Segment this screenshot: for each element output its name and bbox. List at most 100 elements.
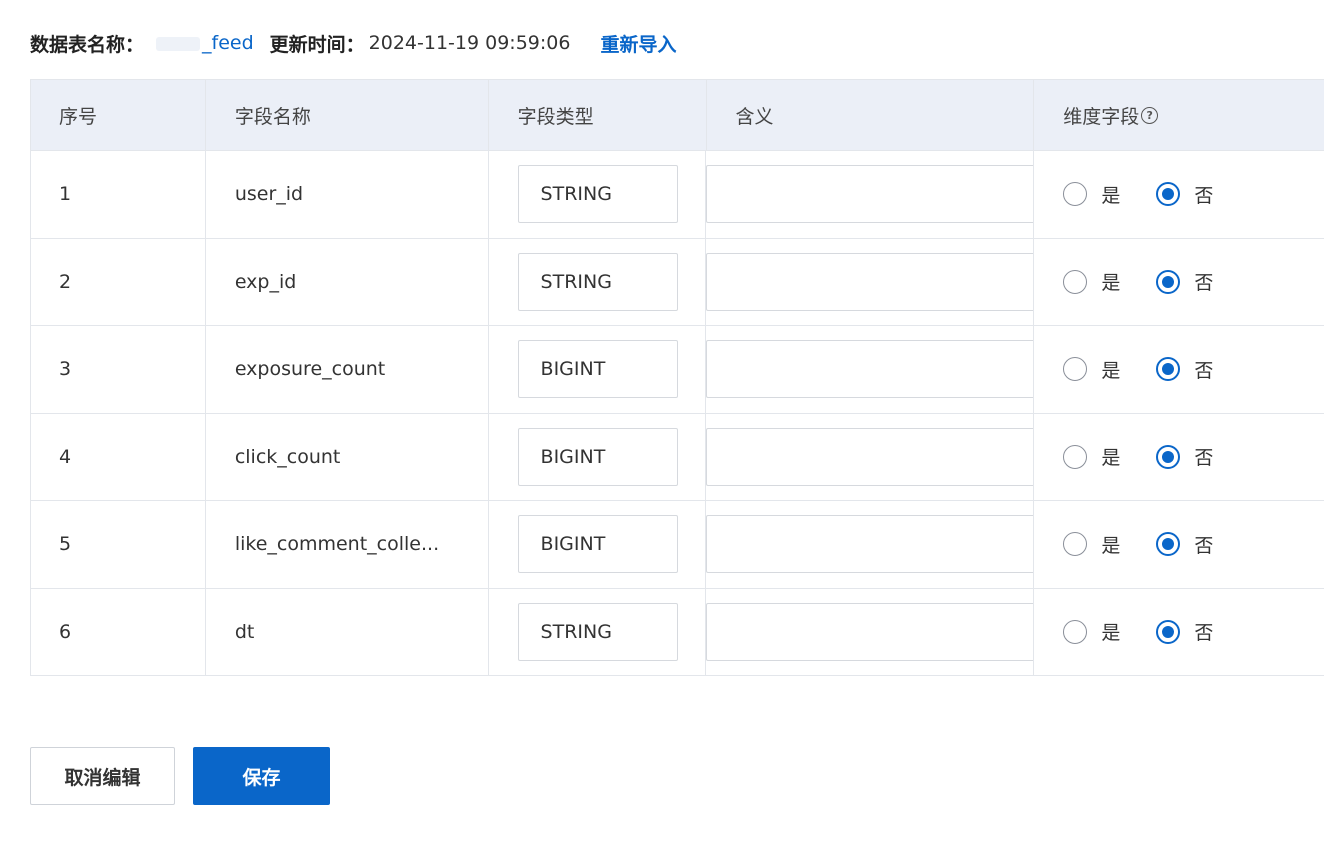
save-button[interactable]: 保存 [193, 747, 330, 805]
dimension-radio-group: 是否 [1063, 356, 1213, 383]
row-index: 3 [31, 326, 206, 413]
field-name: dt [206, 588, 489, 675]
field-name: user_id [206, 151, 489, 238]
meaning-input[interactable] [706, 602, 1034, 661]
meaning-input[interactable] [706, 515, 1034, 574]
redacted-mask [156, 36, 201, 51]
field-type-box: BIGINT [517, 340, 678, 399]
meaning-cell [706, 151, 1035, 238]
row-index: 1 [31, 151, 206, 238]
radio-circle-icon [1156, 357, 1181, 382]
radio-no-label: 否 [1194, 622, 1214, 645]
column-header-index: 序号 [31, 80, 206, 150]
row-index: 5 [31, 501, 206, 588]
field-type-box: STRING [517, 602, 678, 661]
dimension-cell: 是否 [1034, 151, 1324, 238]
column-header-dimension: 维度字段 ? [1034, 80, 1324, 150]
table-info-bar: 数据表名称： _feed 更新时间： 2024-11-19 09:59:06 重… [30, 30, 676, 56]
field-type-cell: STRING [489, 588, 707, 675]
radio-no-label: 否 [1194, 272, 1214, 295]
radio-yes-label: 是 [1101, 534, 1121, 557]
column-header-meaning: 含义 [707, 80, 1035, 150]
question-circle-icon[interactable]: ? [1141, 106, 1159, 124]
radio-circle-icon [1063, 532, 1088, 557]
dimension-cell: 是否 [1034, 414, 1324, 501]
table-body: 1 user_id STRING 是否 2 exp_id STRING 是否 3 exposure… [31, 151, 1324, 676]
radio-circle-icon [1156, 444, 1181, 469]
meaning-input[interactable] [706, 340, 1034, 399]
meaning-cell [706, 326, 1035, 413]
dimension-radio-group: 是否 [1063, 531, 1213, 558]
dimension-radio-group: 是否 [1063, 181, 1213, 208]
dimension-cell: 是否 [1034, 239, 1324, 326]
field-name: exp_id [206, 238, 489, 325]
radio-circle-icon [1063, 182, 1088, 207]
field-name: like_comment_colle... [206, 501, 489, 588]
field-type-box: STRING [517, 252, 678, 311]
dimension-yes-radio[interactable]: 是 [1063, 618, 1120, 645]
radio-no-label: 否 [1194, 184, 1214, 207]
row-index: 2 [31, 238, 206, 325]
dimension-no-radio[interactable]: 否 [1156, 618, 1213, 645]
dimension-cell: 是否 [1034, 326, 1324, 413]
meaning-cell [706, 501, 1035, 588]
radio-no-label: 否 [1194, 359, 1214, 382]
dimension-no-radio[interactable]: 否 [1156, 531, 1213, 558]
radio-circle-icon [1156, 182, 1181, 207]
meaning-cell [706, 413, 1035, 500]
column-header-field-type: 字段类型 [489, 80, 707, 150]
dimension-yes-radio[interactable]: 是 [1063, 356, 1120, 383]
meaning-input[interactable] [706, 252, 1034, 311]
update-time-value: 2024-11-19 09:59:06 [368, 32, 571, 54]
field-type-box: BIGINT [517, 427, 678, 486]
dimension-no-radio[interactable]: 否 [1156, 443, 1213, 470]
dimension-yes-radio[interactable]: 是 [1063, 181, 1120, 208]
table-row: 5 like_comment_colle... BIGINT 是否 [31, 501, 1324, 589]
reimport-link[interactable]: 重新导入 [600, 30, 676, 57]
dimension-cell: 是否 [1034, 501, 1324, 588]
table-row: 4 click_count BIGINT 是否 [31, 413, 1324, 501]
column-header-field-name: 字段名称 [206, 80, 489, 150]
field-type-cell: BIGINT [489, 501, 707, 588]
field-name: exposure_count [206, 326, 489, 413]
field-name: click_count [206, 413, 489, 500]
table-row: 2 exp_id STRING 是否 [31, 238, 1324, 326]
dimension-no-radio[interactable]: 否 [1156, 268, 1213, 295]
dimension-no-radio[interactable]: 否 [1156, 356, 1213, 383]
table-row: 3 exposure_count BIGINT 是否 [31, 326, 1324, 414]
field-type-cell: STRING [489, 151, 707, 238]
meaning-cell [706, 238, 1035, 325]
field-type-box: STRING [517, 165, 678, 224]
field-type-box: BIGINT [517, 515, 678, 574]
field-type-cell: BIGINT [489, 413, 707, 500]
dimension-yes-radio[interactable]: 是 [1063, 531, 1120, 558]
dimension-no-radio[interactable]: 否 [1156, 181, 1213, 208]
dimension-header-label: 维度字段 [1063, 105, 1140, 128]
radio-circle-icon [1063, 619, 1088, 644]
field-table: 序号 字段名称 字段类型 含义 维度字段 ? 1 user_id STRING 是否 2… [30, 79, 1324, 676]
radio-circle-icon [1156, 619, 1181, 644]
radio-yes-label: 是 [1101, 184, 1121, 207]
dimension-yes-radio[interactable]: 是 [1063, 268, 1120, 295]
cancel-edit-button[interactable]: 取消编辑 [30, 747, 175, 805]
row-index: 6 [31, 588, 206, 675]
dimension-yes-radio[interactable]: 是 [1063, 443, 1120, 470]
meaning-cell [706, 588, 1035, 675]
radio-no-label: 否 [1194, 534, 1214, 557]
radio-yes-label: 是 [1101, 272, 1121, 295]
radio-yes-label: 是 [1101, 447, 1121, 470]
dimension-radio-group: 是否 [1063, 618, 1213, 645]
table-row: 6 dt STRING 是否 [31, 588, 1324, 676]
table-name-text: _feed [202, 32, 254, 54]
radio-no-label: 否 [1194, 447, 1214, 470]
meaning-input[interactable] [706, 165, 1034, 224]
table-header-row: 序号 字段名称 字段类型 含义 维度字段 ? [31, 80, 1324, 151]
radio-circle-icon [1156, 269, 1181, 294]
radio-circle-icon [1063, 444, 1088, 469]
dimension-radio-group: 是否 [1063, 443, 1213, 470]
field-type-cell: STRING [489, 238, 707, 325]
dimension-radio-group: 是否 [1063, 268, 1213, 295]
table-name-label: 数据表名称： [30, 33, 145, 56]
meaning-input[interactable] [706, 427, 1034, 486]
update-time-label: 更新时间： [269, 33, 365, 56]
